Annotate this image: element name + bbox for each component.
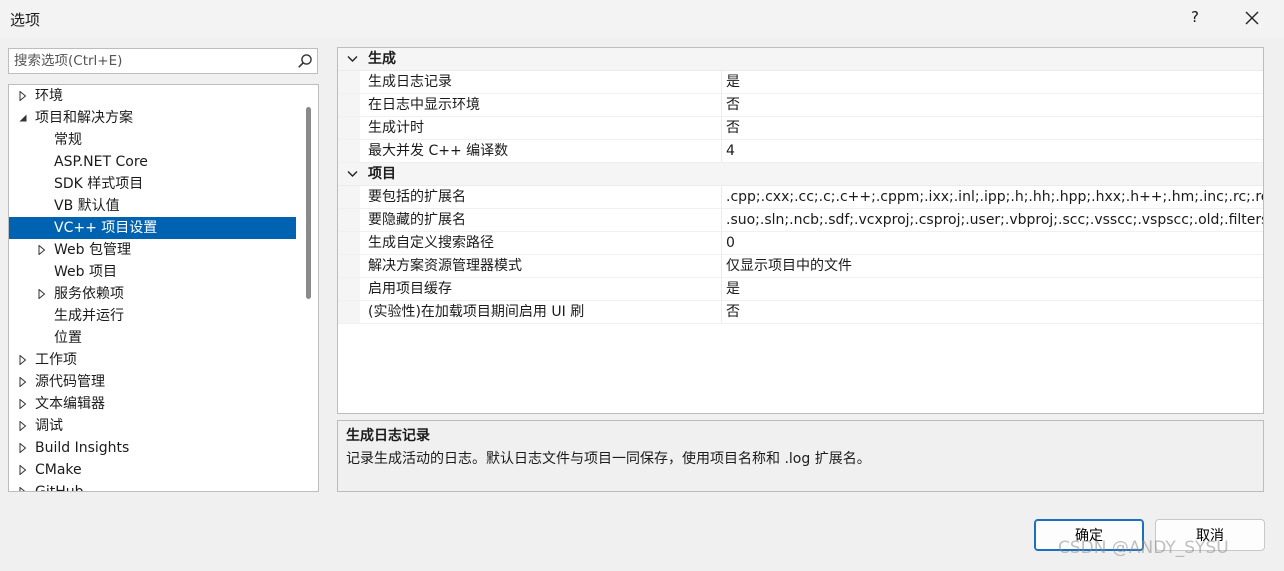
- tree-item-service-dependencies[interactable]: 服务依赖项: [9, 283, 296, 305]
- property-name: 最大并发 C++ 编译数: [368, 143, 509, 159]
- tree-scrollbar[interactable]: [296, 85, 318, 491]
- tree-item-label: Web 项目: [54, 264, 117, 280]
- property-row[interactable]: 在日志中显示环境 否: [338, 94, 1263, 117]
- tree-item-label: SDK 样式项目: [54, 176, 144, 192]
- category-title: 生成: [368, 51, 396, 67]
- property-value[interactable]: 否: [726, 94, 1263, 116]
- description-panel: 生成日志记录 记录生成活动的日志。默认日志文件与项目一同保存，使用项目名称和 .…: [337, 420, 1264, 492]
- help-button[interactable]: ?: [1178, 8, 1212, 30]
- property-row[interactable]: 生成自定义搜索路径 0: [338, 232, 1263, 255]
- property-name: 启用项目缓存: [368, 281, 452, 297]
- property-name: (实验性)在加载项目期间启用 UI 刷: [368, 304, 585, 320]
- tree-item-label: 常规: [54, 132, 82, 148]
- search-box: [8, 48, 318, 74]
- property-name: 在日志中显示环境: [368, 97, 480, 113]
- property-value[interactable]: 是: [726, 278, 1263, 300]
- scrollbar-thumb[interactable]: [306, 107, 311, 299]
- category-project[interactable]: 项目: [338, 163, 1263, 186]
- category-title: 项目: [368, 166, 396, 182]
- tree-item-label: Build Insights: [35, 440, 130, 456]
- property-value[interactable]: 仅显示项目中的文件: [726, 255, 1263, 277]
- description-title: 生成日志记录: [346, 428, 430, 444]
- options-tree: 环境 项目和解决方案 常规 ASP.NET Core SDK 样式项目 VB 默…: [8, 84, 319, 492]
- tree-item-label: 服务依赖项: [54, 286, 124, 302]
- tree-item-label: ASP.NET Core: [54, 154, 148, 170]
- tree-item-vb-defaults[interactable]: VB 默认值: [9, 195, 296, 217]
- expand-arrow-icon[interactable]: [17, 437, 29, 459]
- expand-arrow-icon[interactable]: [17, 481, 29, 491]
- tree-item-work-items[interactable]: 工作项: [9, 349, 296, 371]
- description-text: 记录生成活动的日志。默认日志文件与项目一同保存，使用项目名称和 .log 扩展名…: [346, 451, 871, 467]
- property-row[interactable]: 启用项目缓存 是: [338, 278, 1263, 301]
- tree-item-label: 环境: [35, 88, 63, 104]
- tree-item-sdk-style-projects[interactable]: SDK 样式项目: [9, 173, 296, 195]
- close-button[interactable]: [1232, 6, 1272, 32]
- property-value[interactable]: 4: [726, 140, 1263, 162]
- tree-item-label: 项目和解决方案: [35, 110, 133, 126]
- tree-item-projects-solutions[interactable]: 项目和解决方案: [9, 107, 296, 129]
- title-bar: 选项 ?: [0, 0, 1284, 38]
- property-row[interactable]: 生成日志记录 是: [338, 71, 1263, 94]
- expand-arrow-icon[interactable]: [17, 85, 29, 107]
- expand-arrow-icon[interactable]: [17, 415, 29, 437]
- expand-arrow-icon[interactable]: [36, 239, 48, 261]
- collapse-arrow-icon[interactable]: [17, 107, 29, 129]
- tree-item-source-control[interactable]: 源代码管理: [9, 371, 296, 393]
- tree-item-label: 位置: [54, 330, 82, 346]
- tree-item-general[interactable]: 常规: [9, 129, 296, 151]
- tree-item-web-projects[interactable]: Web 项目: [9, 261, 296, 283]
- tree-item-label: 调试: [35, 418, 63, 434]
- property-name: 生成计时: [368, 120, 424, 136]
- property-name: 要隐藏的扩展名: [368, 212, 466, 228]
- tree-item-label: Web 包管理: [54, 242, 131, 258]
- property-value[interactable]: 否: [726, 117, 1263, 139]
- tree-item-cmake[interactable]: CMake: [9, 459, 296, 481]
- tree-item-debugging[interactable]: 调试: [9, 415, 296, 437]
- category-build[interactable]: 生成: [338, 48, 1263, 71]
- window-title: 选项: [10, 11, 41, 29]
- property-value[interactable]: .cpp;.cxx;.cc;.c;.c++;.cppm;.ixx;.inl;.i…: [726, 186, 1263, 208]
- property-value[interactable]: .suo;.sln;.ncb;.sdf;.vcxproj;.csproj;.us…: [726, 209, 1263, 231]
- search-icon[interactable]: [297, 53, 313, 69]
- expand-arrow-icon[interactable]: [36, 283, 48, 305]
- tree-item-build-insights[interactable]: Build Insights: [9, 437, 296, 459]
- tree-item-label: VC++ 项目设置: [54, 220, 158, 236]
- close-icon: [1245, 11, 1259, 25]
- tree-item-web-package-management[interactable]: Web 包管理: [9, 239, 296, 261]
- property-grid: 生成 生成日志记录 是 在日志中显示环境 否 生成计时 否 最大并发 C++ 编…: [337, 47, 1264, 414]
- tree-item-vcpp-project-settings[interactable]: VC++ 项目设置: [9, 217, 296, 239]
- property-value[interactable]: 是: [726, 71, 1263, 93]
- expand-arrow-icon[interactable]: [17, 371, 29, 393]
- property-row[interactable]: (实验性)在加载项目期间启用 UI 刷 否: [338, 301, 1263, 324]
- property-name: 生成自定义搜索路径: [368, 235, 494, 251]
- property-row[interactable]: 生成计时 否: [338, 117, 1263, 140]
- tree-item-github[interactable]: GitHub: [9, 481, 296, 492]
- tree-item-label: 源代码管理: [35, 374, 105, 390]
- property-name: 生成日志记录: [368, 74, 452, 90]
- tree-item-label: 文本编辑器: [35, 396, 105, 412]
- tree-item-label: VB 默认值: [54, 198, 120, 214]
- property-value[interactable]: 0: [726, 232, 1263, 254]
- tree-item-label: CMake: [35, 462, 82, 478]
- search-input[interactable]: [14, 52, 284, 70]
- property-name: 解决方案资源管理器模式: [368, 258, 522, 274]
- tree-item-build-and-run[interactable]: 生成并运行: [9, 305, 296, 327]
- property-name: 要包括的扩展名: [368, 189, 466, 205]
- expand-arrow-icon[interactable]: [17, 393, 29, 415]
- tree-item-label: GitHub: [35, 484, 84, 492]
- tree-item-environment[interactable]: 环境: [9, 85, 296, 107]
- watermark: CSDN @ANDY_SYSU: [1058, 538, 1229, 558]
- expand-arrow-icon[interactable]: [17, 459, 29, 481]
- tree-item-label: 工作项: [35, 352, 77, 368]
- property-row[interactable]: 解决方案资源管理器模式 仅显示项目中的文件: [338, 255, 1263, 278]
- expand-arrow-icon[interactable]: [17, 349, 29, 371]
- property-row[interactable]: 要包括的扩展名 .cpp;.cxx;.cc;.c;.c++;.cppm;.ixx…: [338, 186, 1263, 209]
- tree-item-aspnet-core[interactable]: ASP.NET Core: [9, 151, 296, 173]
- tree-item-text-editor[interactable]: 文本编辑器: [9, 393, 296, 415]
- tree-item-locations[interactable]: 位置: [9, 327, 296, 349]
- property-row[interactable]: 要隐藏的扩展名 .suo;.sln;.ncb;.sdf;.vcxproj;.cs…: [338, 209, 1263, 232]
- property-row[interactable]: 最大并发 C++ 编译数 4: [338, 140, 1263, 163]
- tree-item-label: 生成并运行: [54, 308, 124, 324]
- property-value[interactable]: 否: [726, 301, 1263, 323]
